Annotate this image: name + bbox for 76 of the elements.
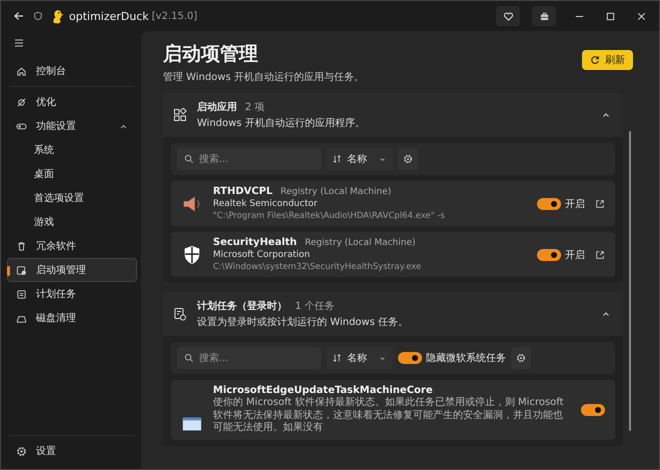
home-icon xyxy=(16,66,27,76)
sort-icon xyxy=(332,154,342,164)
filter-label: 隐藏微软系统任务 xyxy=(426,352,506,365)
heart-icon xyxy=(502,10,514,22)
app-name: SecurityHealth xyxy=(213,237,297,248)
toggle-switch[interactable] xyxy=(537,198,561,210)
toggle-switch[interactable] xyxy=(398,352,422,364)
app-version: [v2.15.0] xyxy=(152,10,198,22)
menu-icon[interactable] xyxy=(13,37,25,49)
optimize-icon xyxy=(16,96,27,108)
toggle-switch[interactable] xyxy=(581,404,605,416)
sidebar-subitem[interactable]: 首选项设置 xyxy=(7,186,137,210)
section-title: 计划任务（登录时） xyxy=(197,300,287,313)
external-link-icon[interactable] xyxy=(595,198,605,208)
sidebar-item[interactable]: 冗余软件 xyxy=(7,234,137,258)
startup-icon xyxy=(16,264,27,276)
sidebar-item[interactable]: 启动项管理 xyxy=(7,258,137,282)
close-icon[interactable] xyxy=(636,10,647,22)
settings-button[interactable] xyxy=(398,148,418,170)
item-count: 1 个任务 xyxy=(295,300,335,313)
file-path: "C:\Program Files\Realtek\Audio\HDA\RAVCpl64.exe" -s xyxy=(213,211,446,221)
sidebar-item[interactable]: 磁盘清理 xyxy=(7,306,137,330)
maximize-icon[interactable] xyxy=(605,10,616,22)
calendar-icon xyxy=(16,288,27,300)
toggle-state-label: 开启 xyxy=(565,198,585,210)
sidebar-item[interactable]: 计划任务 xyxy=(7,282,137,306)
search-icon xyxy=(184,154,194,164)
section-description: Windows 开机自动运行的应用程序。 xyxy=(197,116,366,130)
section-header[interactable]: 计划任务（登录时） 1 个任务 设置为登录时或按计划运行的 Windows 任务。 xyxy=(163,292,623,336)
sidebar-item[interactable]: 优化 xyxy=(7,90,137,114)
sort-dropdown[interactable]: 名称 xyxy=(326,148,393,170)
sidebar-subitem[interactable]: 游戏 xyxy=(7,210,137,234)
toggle-state-label: 开启 xyxy=(565,248,585,262)
search-field[interactable]: 搜索... xyxy=(177,347,321,369)
source-label: Registry (Local Machine) xyxy=(304,238,416,248)
publisher-label: Realtek Semiconductor xyxy=(213,199,318,209)
task-name: MicrosoftEdgeUpdateTaskMachineCore xyxy=(213,385,434,396)
search-icon xyxy=(184,353,194,363)
task-description: 使你的 Microsoft 软件保持最新状态。如果此任务已禁用或停止，则 Microsoft 软件将无法保持最新状态，这意味着无法修复可能产生的安全漏洞，并且功能也可能无法使用。如果没有 xyxy=(213,397,565,434)
settings-icon xyxy=(516,353,526,363)
apps-grid-icon xyxy=(173,108,187,122)
source-label: Registry (Local Machine) xyxy=(280,187,392,197)
page-title: 启动项管理 xyxy=(163,42,259,67)
favorite-button[interactable] xyxy=(496,6,520,26)
briefcase-icon xyxy=(538,10,550,22)
item-count: 2 项 xyxy=(245,101,265,114)
app-name: optimizerDuck xyxy=(69,10,149,22)
settings-icon xyxy=(16,446,27,456)
sidebar-item[interactable]: 控制台 xyxy=(7,59,137,83)
section-header[interactable]: 启动应用 2 项 Windows 开机自动运行的应用程序。 xyxy=(163,93,623,137)
task-list-icon xyxy=(173,307,187,321)
sidebar-item[interactable]: 功能设置 xyxy=(7,114,137,138)
scrollbar-thumb[interactable] xyxy=(629,131,631,431)
sidebar-subitem[interactable]: 桌面 xyxy=(7,162,137,186)
back-arrow-icon[interactable] xyxy=(13,10,25,22)
page-subtitle: 管理 Windows 开机自动运行的应用与任务。 xyxy=(163,70,364,84)
shield-icon xyxy=(33,11,43,21)
settings-button[interactable] xyxy=(511,347,531,369)
refresh-icon xyxy=(590,55,600,65)
sort-dropdown[interactable]: 名称 xyxy=(326,347,393,369)
file-path: C:\Windows\system32\SecurityHealthSystray.exe xyxy=(213,262,422,272)
sort-icon xyxy=(332,353,342,363)
external-link-icon[interactable] xyxy=(595,250,605,260)
search-field[interactable]: 搜索... xyxy=(177,148,321,170)
settings-item[interactable]: 设置 xyxy=(7,439,137,463)
section-title: 启动应用 xyxy=(197,100,237,114)
refresh-button[interactable]: 刷新 xyxy=(582,50,633,70)
briefcase-button[interactable] xyxy=(532,6,556,26)
publisher-label: Microsoft Corporation xyxy=(213,250,311,260)
duck-logo-icon xyxy=(51,8,64,24)
toggle-switch[interactable] xyxy=(537,248,561,260)
trash-icon xyxy=(16,240,27,252)
section-description: 设置为登录时或按计划运行的 Windows 任务。 xyxy=(197,316,409,329)
sidebar-subitem[interactable]: 系统 xyxy=(7,138,137,162)
settings-icon xyxy=(403,154,413,164)
app-name: RTHDVCPL xyxy=(213,186,273,197)
